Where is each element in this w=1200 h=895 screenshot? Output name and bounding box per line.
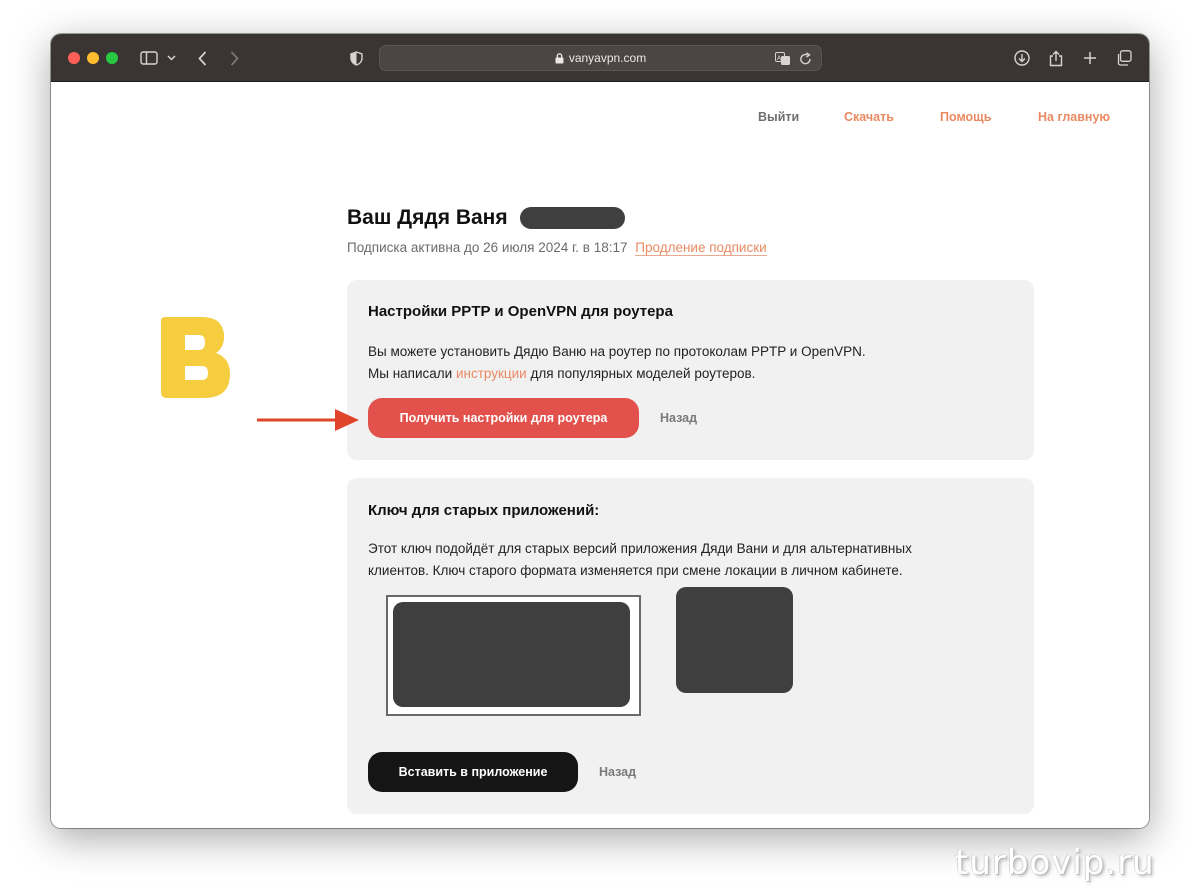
brand-logo (160, 317, 230, 398)
tab-overview-icon[interactable] (1115, 46, 1133, 70)
page-content: Выйти Скачать Помощь На главную Ваш Дядя… (51, 82, 1149, 828)
router-card-description: Вы можете установить Дядю Ваню на роутер… (368, 341, 866, 385)
redacted-qr-code (676, 587, 793, 693)
router-card-line2-before: Мы написали (368, 366, 456, 381)
new-tab-icon[interactable] (1081, 46, 1099, 70)
router-settings-card: Настройки PPTP и OpenVPN для роутера Вы … (347, 280, 1034, 460)
browser-window: vanyavpn.com A Выйти Скачать Помощь На г… (51, 34, 1149, 828)
watermark: turbovip.ru (955, 843, 1155, 883)
legacy-key-line2: клиентов. Ключ старого формата изменяетс… (368, 563, 903, 578)
minimize-window-button[interactable] (87, 52, 99, 64)
router-back-link[interactable]: Назад (660, 411, 697, 425)
instructions-link[interactable]: инструкции (456, 366, 527, 381)
downloads-icon[interactable] (1013, 46, 1031, 70)
translate-icon[interactable]: A (775, 51, 791, 70)
zoom-window-button[interactable] (106, 52, 118, 64)
nav-home-link[interactable]: На главную (1038, 110, 1110, 124)
router-card-line1: Вы можете установить Дядю Ваню на роутер… (368, 344, 866, 359)
subscription-text: Подписка активна до 26 июля 2024 г. в 18… (347, 240, 628, 255)
key-field[interactable] (386, 595, 641, 716)
insert-into-app-button[interactable]: Вставить в приложение (368, 752, 578, 792)
annotation-arrow-icon (257, 409, 359, 431)
url-text: vanyavpn.com (568, 51, 647, 65)
account-header: Ваш Дядя Ваня (347, 206, 625, 230)
back-icon[interactable] (194, 46, 210, 70)
router-card-line2-after: для популярных моделей роутеров. (526, 366, 756, 381)
legacy-key-heading: Ключ для старых приложений: (368, 502, 600, 519)
page-title: Ваш Дядя Ваня (347, 206, 508, 229)
share-icon[interactable] (1047, 46, 1065, 70)
privacy-shield-icon[interactable] (348, 46, 364, 70)
lock-icon (555, 52, 564, 64)
nav-logout-link[interactable]: Выйти (758, 110, 799, 124)
chevron-down-icon[interactable] (165, 46, 177, 70)
reload-icon[interactable] (799, 51, 812, 70)
legacy-key-line1: Этот ключ подойдёт для старых версий при… (368, 541, 912, 556)
nav-help-link[interactable]: Помощь (940, 110, 991, 124)
address-bar[interactable]: vanyavpn.com A (379, 45, 822, 71)
nav-download-link[interactable]: Скачать (844, 110, 894, 124)
redacted-key (393, 602, 630, 707)
get-router-settings-button[interactable]: Получить настройки для роутера (368, 398, 639, 438)
renew-subscription-link[interactable]: Продление подписки (635, 240, 767, 256)
browser-toolbar: vanyavpn.com A (51, 34, 1149, 82)
legacy-key-description: Этот ключ подойдёт для старых версий при… (368, 538, 912, 582)
sidebar-icon[interactable] (139, 46, 159, 70)
close-window-button[interactable] (68, 52, 80, 64)
forward-icon[interactable] (226, 46, 242, 70)
legacy-back-link[interactable]: Назад (599, 765, 636, 779)
legacy-key-card: Ключ для старых приложений: Этот ключ по… (347, 478, 1034, 814)
redacted-username (519, 207, 625, 229)
router-card-heading: Настройки PPTP и OpenVPN для роутера (368, 303, 673, 320)
subscription-status: Подписка активна до 26 июля 2024 г. в 18… (347, 240, 767, 256)
